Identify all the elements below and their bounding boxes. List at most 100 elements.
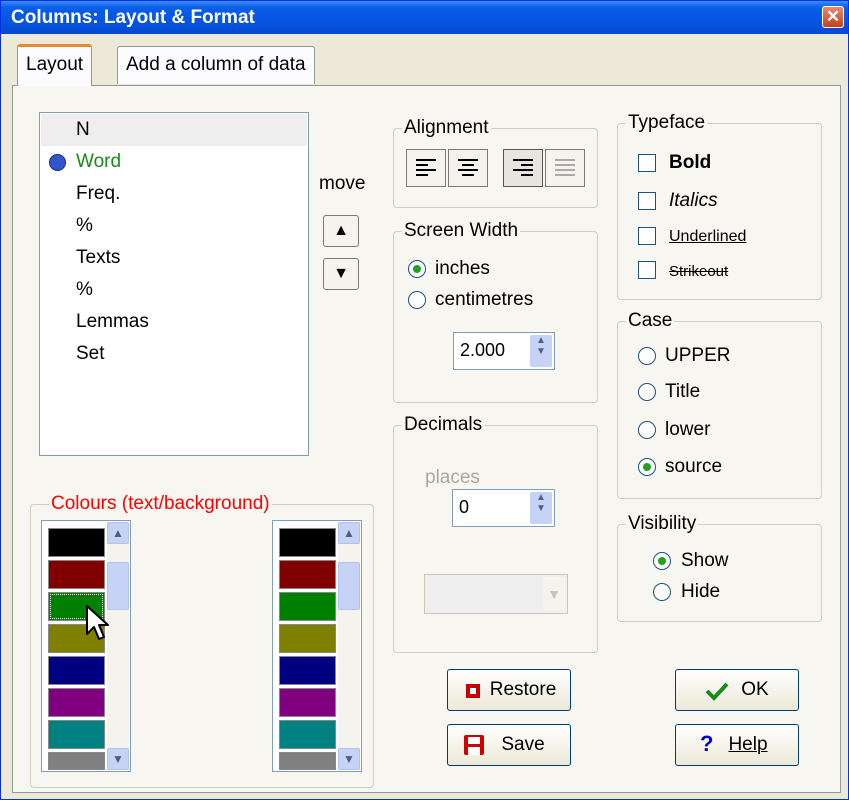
columns-listbox[interactable]: N Word Freq. % Texts % Lemmas Set <box>39 112 309 456</box>
help-icon: ? <box>700 731 714 756</box>
places-label: places <box>425 467 480 488</box>
list-item[interactable]: Freq. <box>41 178 307 210</box>
scroll-thumb[interactable] <box>107 562 129 610</box>
visibility-title: Visibility <box>626 513 699 535</box>
list-item-label: % <box>76 279 93 300</box>
list-item-label: Freq. <box>76 183 121 204</box>
scroll-up-icon[interactable]: ▲ <box>107 522 129 544</box>
tab-layout-label: Layout <box>26 54 84 75</box>
window-title: Columns: Layout & Format <box>11 7 255 28</box>
colour-swatch[interactable] <box>279 592 336 621</box>
colour-swatch[interactable] <box>279 656 336 685</box>
spin-arrows-icon[interactable]: ▲ ▼ <box>530 335 552 367</box>
centimetres-radio[interactable] <box>408 291 426 309</box>
dialog-window: Columns: Layout & Format ✕ Layout Add a … <box>0 0 849 800</box>
visibility-group: Visibility <box>617 513 822 622</box>
list-item[interactable]: Set <box>41 338 307 370</box>
align-justify-button[interactable] <box>545 149 585 187</box>
screen-width-group: Screen Width <box>393 220 598 403</box>
typeface-title: Typeface <box>626 112 708 134</box>
ok-button[interactable]: OK <box>675 669 799 711</box>
spin-arrows-icon[interactable]: ▲ ▼ <box>530 492 552 524</box>
colour-swatch[interactable] <box>48 720 105 749</box>
bold-checkbox[interactable] <box>638 154 656 172</box>
list-item-label: % <box>76 215 93 236</box>
align-left-button[interactable] <box>406 149 446 187</box>
decimals-title: Decimals <box>402 414 485 436</box>
list-item[interactable]: Lemmas <box>41 306 307 338</box>
hide-radio[interactable] <box>653 583 671 601</box>
align-center-button[interactable] <box>448 149 488 187</box>
decimals-group: Decimals <box>393 414 598 653</box>
background-colour-list[interactable]: ▲ ▼ <box>272 520 362 772</box>
text-colour-list[interactable]: ▲ ▼ <box>41 520 131 772</box>
centimetres-label: centimetres <box>435 289 534 310</box>
colour-swatch[interactable] <box>279 688 336 717</box>
case-source-radio[interactable] <box>638 458 656 476</box>
inches-label: inches <box>435 258 490 279</box>
colour-swatch[interactable] <box>279 528 336 557</box>
list-item-label: Texts <box>76 247 121 268</box>
colour-swatch[interactable] <box>279 624 336 653</box>
save-button[interactable]: Save <box>447 724 571 766</box>
mouse-cursor-icon <box>86 605 109 640</box>
align-right-button[interactable] <box>503 149 543 187</box>
bold-label: Bold <box>669 152 712 173</box>
case-lower-radio[interactable] <box>638 421 656 439</box>
scroll-down-icon[interactable]: ▼ <box>338 748 360 770</box>
case-title-radio[interactable] <box>638 383 656 401</box>
restore-button[interactable]: Restore <box>447 669 571 711</box>
colour-swatch[interactable] <box>48 752 105 770</box>
stop-icon <box>466 684 480 698</box>
colour-swatch[interactable] <box>48 528 105 557</box>
marker-dot-icon <box>49 154 66 171</box>
list-item[interactable]: % <box>41 274 307 306</box>
chevron-down-icon: ▼ <box>543 577 565 611</box>
floppy-disk-icon <box>464 735 484 755</box>
colour-swatch[interactable] <box>48 560 105 589</box>
show-radio[interactable] <box>653 552 671 570</box>
scroll-thumb[interactable] <box>338 562 360 610</box>
move-down-button[interactable]: ▼ <box>323 258 359 290</box>
arrow-down-icon: ▼ <box>333 265 349 282</box>
colour-swatch[interactable] <box>48 656 105 685</box>
italics-checkbox[interactable] <box>638 192 656 210</box>
colour-swatch[interactable] <box>279 720 336 749</box>
strikeout-label: Strikeout <box>669 263 729 280</box>
inches-radio[interactable] <box>408 260 426 278</box>
underlined-checkbox[interactable] <box>638 227 656 245</box>
list-item[interactable]: Texts <box>41 242 307 274</box>
decimals-format-select[interactable]: ▼ <box>424 574 568 614</box>
scrollbar[interactable]: ▲ ▼ <box>338 522 360 770</box>
scroll-up-icon[interactable]: ▲ <box>338 522 360 544</box>
scroll-down-icon[interactable]: ▼ <box>107 748 129 770</box>
tab-add-column[interactable]: Add a column of data <box>117 46 315 84</box>
case-upper-label: UPPER <box>665 345 731 366</box>
close-icon: ✕ <box>825 7 841 26</box>
alignment-title: Alignment <box>402 117 491 139</box>
hide-label: Hide <box>681 581 721 602</box>
list-item[interactable]: % <box>41 210 307 242</box>
arrow-up-icon: ▲ <box>333 222 349 239</box>
colour-swatch[interactable] <box>279 560 336 589</box>
list-item-label: Set <box>76 343 105 364</box>
scrollbar[interactable]: ▲ ▼ <box>107 522 129 770</box>
strikeout-checkbox[interactable] <box>638 261 656 279</box>
align-center-icon <box>458 159 478 176</box>
help-button[interactable]: ? Help <box>675 724 799 766</box>
colour-swatch[interactable] <box>48 688 105 717</box>
checkmark-icon <box>705 682 729 701</box>
screen-width-stepper[interactable]: 2.000 ▲ ▼ <box>453 332 555 370</box>
close-button[interactable]: ✕ <box>822 6 844 28</box>
move-up-button[interactable]: ▲ <box>323 215 359 247</box>
colour-swatch[interactable] <box>279 752 336 770</box>
case-source-label: source <box>665 456 723 477</box>
colours-title: Colours (text/background) <box>49 493 272 515</box>
decimals-stepper[interactable]: 0 ▲ ▼ <box>452 489 555 527</box>
case-upper-radio[interactable] <box>638 347 656 365</box>
list-item[interactable]: Word <box>41 146 307 178</box>
case-lower-label: lower <box>665 419 711 440</box>
list-item[interactable]: N <box>41 114 307 146</box>
tab-layout[interactable]: Layout <box>17 44 93 86</box>
case-title: Case <box>626 310 675 332</box>
